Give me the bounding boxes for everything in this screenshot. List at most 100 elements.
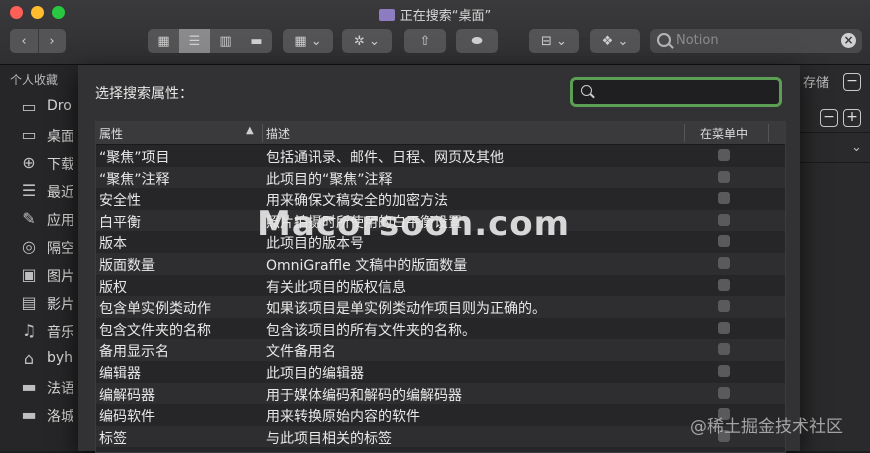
- table-row[interactable]: 包含单实例类动作 如果该项目是单实例类动作项目则为正确的。: [96, 296, 785, 318]
- search-placeholder: Notion: [676, 33, 719, 48]
- in-menu-checkbox[interactable]: [718, 192, 730, 205]
- table-row[interactable]: “聚焦”项目 包括通讯录、邮件、日程、网页及其他: [96, 145, 785, 167]
- attribute-description: 包含该项目的所有文件夹的名称。: [266, 322, 476, 339]
- sidebar-item[interactable]: ☰ 最近: [0, 177, 78, 205]
- cloud-icon: ▭: [21, 97, 37, 116]
- in-menu-checkbox[interactable]: [718, 365, 730, 377]
- share-button[interactable]: ⇧: [404, 29, 446, 53]
- corner-watermark-text: @稀土掘金技术社区: [690, 417, 843, 437]
- table-row[interactable]: 备用显示名 文件备用名: [96, 339, 785, 361]
- attribute-search-field[interactable]: [570, 77, 782, 107]
- view-switcher: ▦ ☰ ▥ ▬: [148, 29, 272, 53]
- sidebar-item-label: 影片: [47, 297, 73, 313]
- table-row[interactable]: 版权 有关此项目的版权信息: [96, 275, 785, 297]
- sidebar-item[interactable]: ▬ 洛城: [0, 401, 78, 429]
- divider: [800, 132, 870, 133]
- title-bar: 正在搜索“桌面” ‹ › ▦ ☰ ▥ ▬ ▦ ⌄ ✲ ⌄ ⇧ ⬬ ⊟ ⌄ ❖ ⌄…: [0, 0, 870, 65]
- in-menu-checkbox[interactable]: [718, 213, 730, 226]
- attribute-name: 编辑器: [99, 366, 141, 382]
- attribute-table: 属性 ▲ 描述 在菜单中 “聚焦”项目 包括通讯录、邮件、日程、网页及其他 “聚焦”…: [95, 121, 786, 453]
- column-header-in-menu[interactable]: 在菜单中: [700, 125, 748, 142]
- attribute-name: 白平衡: [99, 214, 141, 231]
- remove-criteria-button[interactable]: −: [843, 73, 861, 91]
- sidebar-item-label: 图片: [47, 269, 73, 285]
- sidebar-item-label: byh: [47, 350, 73, 366]
- table-row[interactable]: 版面数量 OmniGraffle 文稿中的版面数量: [96, 253, 785, 275]
- toolbar-search-field[interactable]: Notion ×: [650, 29, 862, 53]
- table-row[interactable]: 编码软件 用来转换原始内容的软件: [96, 404, 785, 426]
- table-row[interactable]: “聚焦”注释 此项目的“聚焦”注释: [96, 166, 785, 189]
- search-icon: [581, 85, 592, 96]
- clear-search-icon[interactable]: ×: [841, 33, 856, 48]
- attribute-name: 编码软件: [99, 409, 155, 426]
- attribute-description: 文件备用名: [266, 344, 336, 361]
- download-icon: ⊕: [22, 153, 36, 172]
- in-menu-checkbox[interactable]: [718, 300, 730, 313]
- column-header-description[interactable]: 描述: [266, 125, 290, 142]
- sheet-title: 选择搜索属性：: [95, 86, 193, 102]
- in-menu-checkbox[interactable]: [718, 257, 730, 269]
- attribute-description: 包括通讯录、邮件、日程、网页及其他: [266, 150, 504, 166]
- watermark-text: Macorsoon.com: [257, 204, 571, 244]
- table-row[interactable]: 标签 与此项目相关的标签: [96, 425, 785, 448]
- in-menu-checkbox[interactable]: [718, 278, 730, 291]
- folder-icon-2: ▬: [21, 405, 37, 424]
- attribute-sheet: 选择搜索属性： 属性 ▲ 描述 在菜单中 “聚焦”项目 包括通讯录、邮件、日程、网…: [78, 65, 800, 453]
- in-menu-checkbox[interactable]: [718, 235, 730, 248]
- sidebar-item[interactable]: ✎ 应用: [0, 205, 78, 233]
- sidebar-item[interactable]: ⌂ byh: [0, 345, 78, 373]
- sidebar-item[interactable]: ▭ 桌面: [0, 121, 78, 149]
- table-row[interactable]: 包含文件夹的名称 包含该项目的所有文件夹的名称。: [96, 318, 785, 340]
- gear-icon: ✲ ⌄: [354, 33, 380, 49]
- attribute-name: “聚焦”项目: [99, 150, 170, 166]
- desktop-icon: ▭: [21, 125, 37, 144]
- chevron-down-icon[interactable]: ⌄: [851, 140, 862, 155]
- search-icon: [657, 33, 671, 47]
- save-search-button[interactable]: 存储: [803, 72, 829, 91]
- archive-icon: ⊟ ⌄: [541, 33, 567, 49]
- sidebar-item[interactable]: ▭ Dro: [0, 93, 78, 121]
- remove-rule-button[interactable]: −: [820, 109, 838, 127]
- archive-button[interactable]: ⊟ ⌄: [529, 29, 579, 53]
- table-row[interactable]: 编解码器 用于媒体编码和解码的编解码器: [96, 382, 785, 405]
- column-header-attribute[interactable]: 属性: [99, 125, 123, 142]
- in-menu-checkbox[interactable]: [718, 170, 730, 183]
- in-menu-checkbox[interactable]: [718, 386, 730, 399]
- forward-button[interactable]: ›: [38, 29, 66, 53]
- sidebar-item[interactable]: ▣ 图片: [0, 261, 78, 289]
- sidebar-item[interactable]: ⊕ 下载: [0, 149, 78, 177]
- action-menu-button[interactable]: ✲ ⌄: [342, 29, 392, 53]
- sidebar-item[interactable]: ♫ 音乐: [0, 317, 78, 345]
- tag-button[interactable]: ⬬: [456, 29, 498, 53]
- group-by-button[interactable]: ▦ ⌄: [283, 29, 333, 53]
- sidebar-header: 个人收藏: [10, 73, 59, 87]
- table-header: 属性 ▲ 描述 在菜单中: [96, 122, 785, 145]
- attribute-name: 版面数量: [99, 258, 155, 274]
- sidebar: 个人收藏 ▭ Dro ▭ 桌面 ⊕ 下载 ☰ 最近 ✎ 应用 ◎ 隔空 ▣ 图片 ▤ 影片 ♫ 音乐 ⌂ byh ▬ 法语…: [0, 65, 78, 451]
- column-view-button[interactable]: ▥: [210, 29, 241, 53]
- in-menu-checkbox[interactable]: [718, 321, 730, 334]
- dropbox-button[interactable]: ❖ ⌄: [590, 29, 640, 53]
- in-menu-checkbox[interactable]: [718, 343, 730, 356]
- table-row[interactable]: 编辑器 此项目的编辑器: [96, 361, 785, 383]
- in-menu-checkbox[interactable]: [718, 149, 730, 161]
- attribute-name: 包含单实例类动作: [99, 301, 211, 318]
- sidebar-item-label: 隔空: [47, 241, 73, 257]
- gallery-view-button[interactable]: ▬: [241, 29, 272, 53]
- navigation-buttons: ‹ ›: [10, 29, 66, 53]
- folder-icon: [378, 9, 395, 21]
- recents-icon: ☰: [21, 181, 37, 200]
- window-title-text: 正在搜索“桌面”: [399, 9, 492, 24]
- sidebar-item[interactable]: ▬ 法语: [0, 373, 78, 401]
- attribute-description: 此项目的“聚焦”注释: [266, 171, 393, 188]
- attribute-name: 包含文件夹的名称: [99, 322, 211, 339]
- list-view-button[interactable]: ☰: [179, 29, 210, 53]
- attribute-description: 用来转换原始内容的软件: [266, 409, 420, 426]
- add-rule-button[interactable]: +: [843, 109, 861, 127]
- sidebar-item[interactable]: ◎ 隔空: [0, 233, 78, 261]
- sidebar-item[interactable]: ▤ 影片: [0, 289, 78, 317]
- icon-view-button[interactable]: ▦: [148, 29, 179, 53]
- sort-ascending-icon: ▲: [246, 125, 254, 136]
- group-icon: ▦ ⌄: [294, 33, 322, 49]
- back-button[interactable]: ‹: [10, 29, 39, 53]
